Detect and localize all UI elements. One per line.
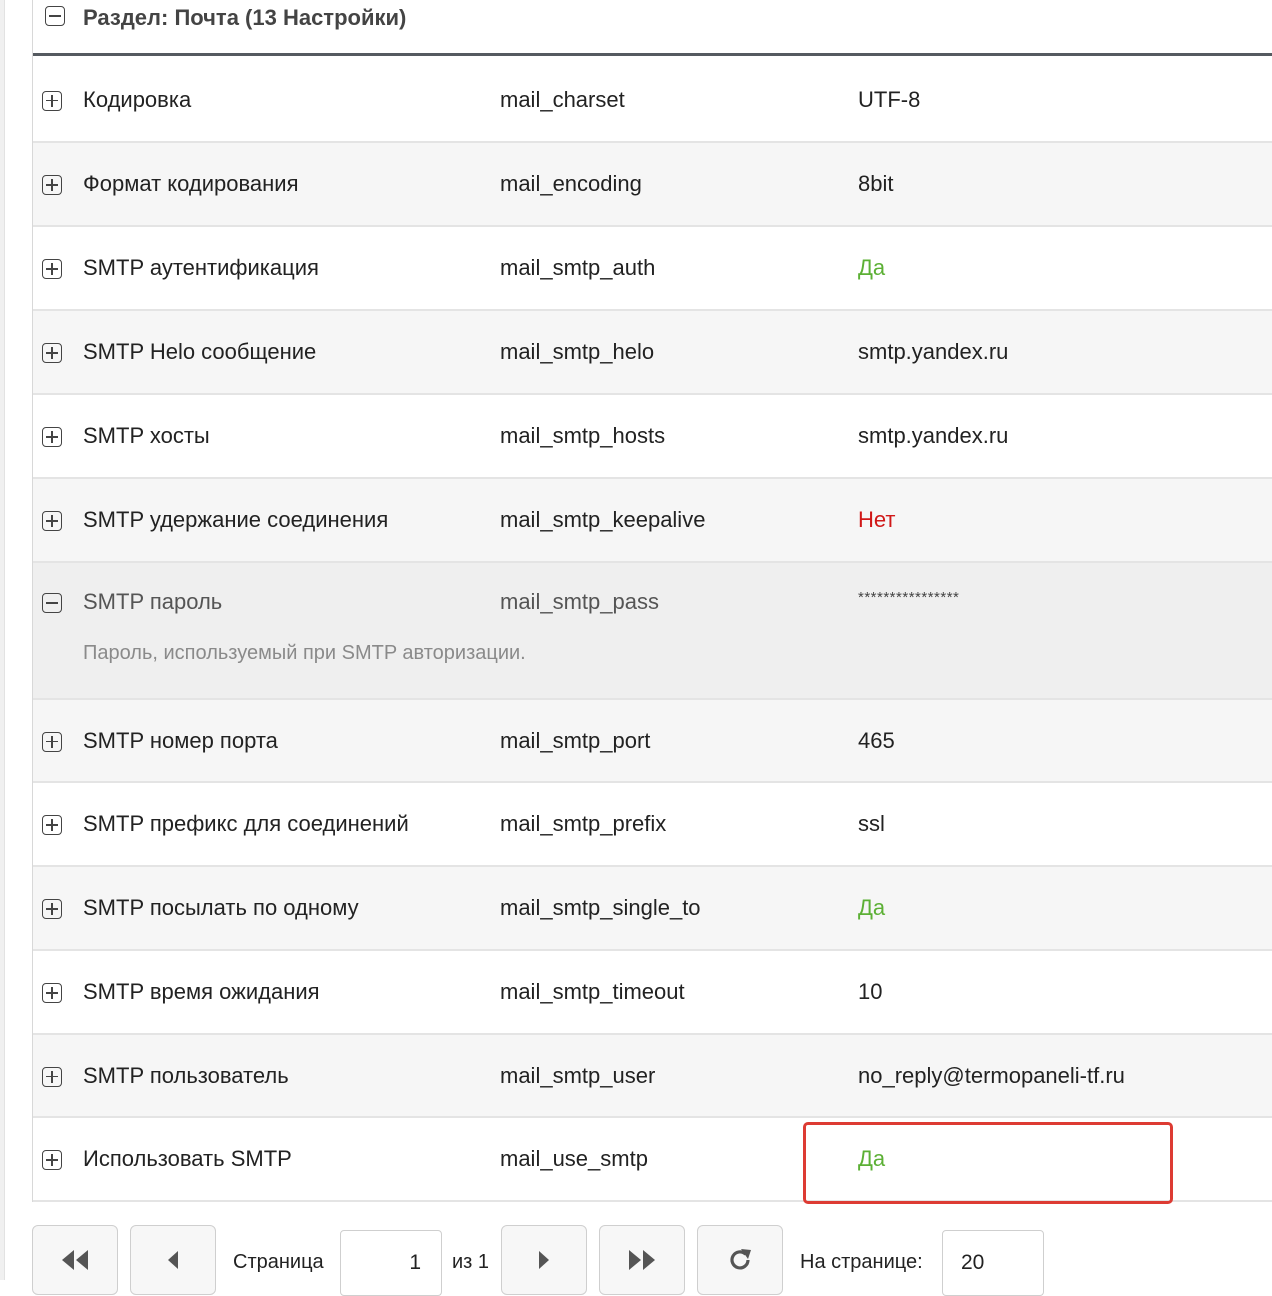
expand-row-icon[interactable] [42, 90, 62, 111]
setting-key: mail_use_smtp [500, 1146, 648, 1171]
setting-row-mail_smtp_prefix[interactable]: SMTP префикс для соединений mail_smtp_pre… [33, 783, 1272, 867]
expand-row-icon[interactable] [42, 899, 62, 919]
expand-row-icon[interactable] [42, 175, 62, 195]
settings-panel: Раздел: Почта (13 Настройки) Кодировка ma… [32, 0, 1272, 1202]
next-page-button[interactable] [501, 1225, 587, 1295]
setting-value: 465 [858, 727, 895, 753]
page-label: Страница [233, 1251, 324, 1273]
expand-row-icon[interactable] [42, 731, 62, 752]
setting-value: ssl [858, 811, 885, 836]
setting-name: SMTP номер порта [83, 727, 278, 753]
expand-row-icon[interactable] [42, 259, 62, 279]
setting-row-mail_smtp_hosts[interactable]: SMTP хосты mail_smtp_hosts smtp.yandex.ru [33, 395, 1272, 479]
pagination-bar: Страница из 1 На странице: [0, 1225, 1272, 1296]
per-page-label: На странице: [800, 1251, 923, 1273]
setting-key: mail_smtp_hosts [500, 423, 666, 448]
setting-value: smtp.yandex.ru [858, 423, 1009, 448]
setting-value: 8bit [858, 171, 894, 196]
setting-row-mail_smtp_auth[interactable]: SMTP аутентификация mail_smtp_auth Да [33, 227, 1272, 311]
expand-row-icon[interactable] [42, 983, 62, 1003]
setting-name: SMTP удержание соединения [83, 507, 389, 532]
first-page-icon [62, 1250, 88, 1270]
expand-row-icon[interactable] [42, 343, 62, 363]
setting-name: SMTP посылать по одному [83, 895, 359, 920]
section-title: Раздел: Почта (13 Настройки) [83, 5, 407, 30]
per-page-input[interactable] [942, 1230, 1044, 1296]
expand-row-icon[interactable] [42, 427, 62, 447]
setting-key: mail_smtp_auth [500, 255, 656, 280]
setting-key: mail_smtp_timeout [500, 979, 685, 1004]
setting-key: mail_encoding [500, 171, 642, 196]
collapse-row-icon[interactable] [42, 593, 62, 613]
page-total-label: из 1 [452, 1251, 490, 1273]
setting-row-mail_charset[interactable]: Кодировка mail_charset UTF-8 [33, 58, 1272, 143]
setting-row-mail_smtp_keepalive[interactable]: SMTP удержание соединения mail_smtp_keepa… [33, 479, 1272, 563]
highlight-box [803, 1122, 1173, 1204]
section-header[interactable]: Раздел: Почта (13 Настройки) [33, 0, 1272, 56]
first-page-button[interactable] [32, 1225, 118, 1295]
setting-name: SMTP префикс для соединений [83, 811, 409, 836]
last-page-button[interactable] [599, 1225, 685, 1295]
setting-row-mail_smtp_timeout[interactable]: SMTP время ожидания mail_smtp_timeout 10 [33, 951, 1272, 1035]
collapse-section-icon[interactable] [45, 6, 65, 26]
setting-key: mail_smtp_keepalive [500, 507, 706, 532]
expand-row-icon[interactable] [42, 815, 62, 835]
setting-key: mail_smtp_helo [500, 339, 655, 364]
prev-page-icon [168, 1251, 178, 1269]
setting-name: SMTP пароль [83, 589, 223, 614]
setting-key: mail_smtp_port [500, 727, 651, 753]
setting-name: SMTP аутентификация [83, 255, 319, 280]
setting-name: SMTP хосты [83, 423, 210, 448]
setting-row-mail_smtp_single_to[interactable]: SMTP посылать по одному mail_smtp_single_… [33, 867, 1272, 951]
setting-value: no_reply@termopaneli-tf.ru [858, 1062, 1125, 1088]
setting-name: SMTP пользователь [83, 1062, 289, 1088]
setting-name: SMTP время ожидания [83, 979, 320, 1004]
setting-value: Нет [858, 507, 896, 532]
setting-row-mail_encoding[interactable]: Формат кодирования mail_encoding 8bit [33, 143, 1272, 227]
setting-row-mail_smtp_helo[interactable]: SMTP Helo сообщение mail_smtp_helo smtp.ya… [33, 311, 1272, 395]
expand-row-icon[interactable] [42, 1066, 62, 1087]
setting-key: mail_smtp_prefix [500, 811, 667, 836]
setting-key: mail_smtp_single_to [500, 895, 701, 920]
prev-page-button[interactable] [130, 1225, 216, 1295]
setting-row-mail_smtp_pass[interactable]: SMTP пароль mail_smtp_pass ***************… [33, 563, 1272, 700]
setting-key: mail_smtp_pass [500, 589, 659, 614]
setting-name: Формат кодирования [83, 171, 299, 196]
setting-row-mail_smtp_user[interactable]: SMTP пользователь mail_smtp_user no_reply@… [33, 1035, 1272, 1118]
setting-value: UTF-8 [858, 86, 921, 112]
setting-name: Кодировка [83, 86, 192, 112]
setting-name: SMTP Helo сообщение [83, 339, 317, 364]
setting-value: Да [858, 255, 886, 280]
next-page-icon [539, 1251, 549, 1269]
setting-key: mail_charset [500, 86, 625, 112]
expand-row-icon[interactable] [42, 1150, 62, 1170]
refresh-icon [730, 1249, 751, 1270]
left-edge [0, 0, 5, 1280]
last-page-icon [629, 1250, 655, 1270]
refresh-button[interactable] [697, 1225, 783, 1295]
setting-value: 10 [858, 979, 883, 1004]
page-number-input[interactable] [340, 1230, 442, 1296]
setting-row-mail_smtp_port[interactable]: SMTP номер порта mail_smtp_port 465 [33, 700, 1272, 783]
setting-key: mail_smtp_user [500, 1062, 656, 1088]
setting-value: Да [858, 895, 886, 920]
setting-value: **************** [858, 589, 960, 606]
setting-description: Пароль, используемый при SMTP авторизаци… [83, 642, 526, 664]
expand-row-icon[interactable] [42, 511, 62, 531]
setting-value: smtp.yandex.ru [858, 339, 1009, 364]
setting-name: Использовать SMTP [83, 1146, 292, 1171]
